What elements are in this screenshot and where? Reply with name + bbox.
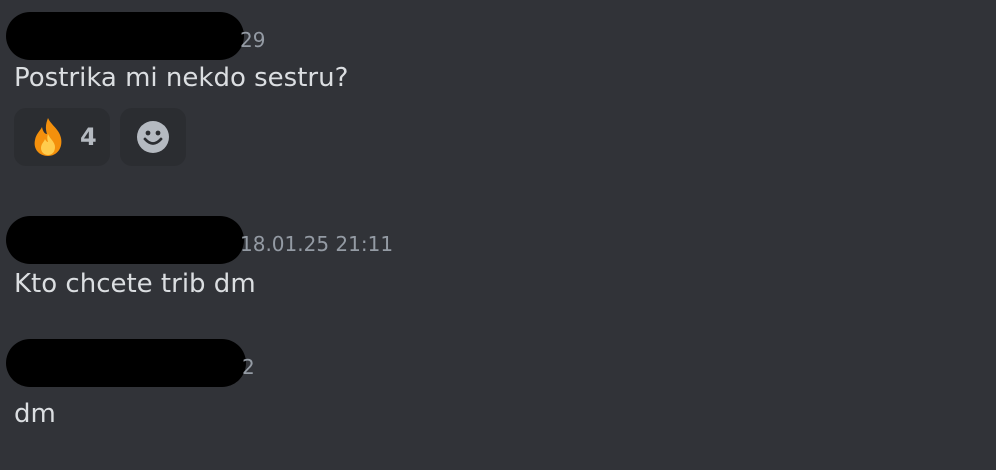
message-text: Postrika mi nekdo sestru?	[14, 63, 349, 93]
smiley-icon	[136, 120, 170, 154]
reaction-fire[interactable]: 4	[14, 108, 110, 166]
add-reaction-button[interactable]	[120, 108, 186, 166]
reaction-bar: 4	[14, 108, 186, 166]
message-timestamp: 18.01.25 21:11	[240, 232, 394, 256]
message-timestamp: 2	[242, 355, 255, 379]
message-text: dm	[14, 399, 56, 429]
message-timestamp: 29	[240, 28, 266, 52]
redacted-username	[6, 216, 244, 264]
message-header: 18.01.25 21:11	[6, 216, 393, 264]
message-text: Kto chcete trib dm	[14, 269, 256, 299]
fire-icon	[28, 116, 68, 158]
chat-messages: 29 Postrika mi nekdo sestru? 4 18.01.25 …	[0, 0, 996, 470]
reaction-count: 4	[80, 123, 97, 151]
message-header: 2	[6, 339, 255, 387]
redacted-username	[6, 12, 244, 60]
redacted-username	[6, 339, 246, 387]
message-header: 29	[6, 12, 265, 60]
